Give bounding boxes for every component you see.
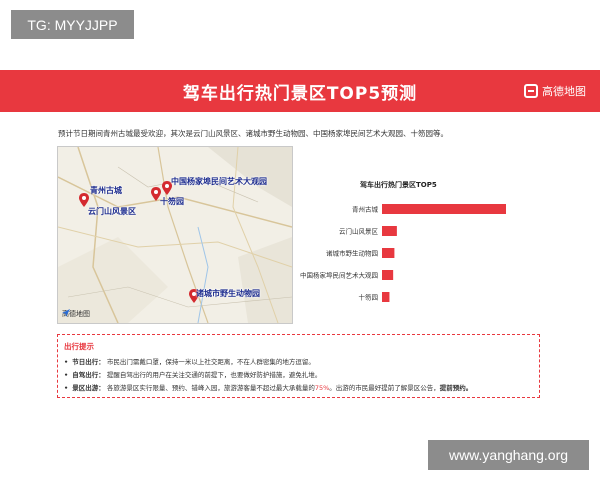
- bar: [382, 248, 395, 258]
- map-label-yangjiabu: 中国杨家埠民间艺术大观园: [171, 177, 267, 186]
- banner-title: 驾车出行热门景区TOP5预测: [182, 83, 418, 104]
- chart-panel: 驾车出行热门景区TOP5 青州古城云门山风景区诸城市野生动物园中国杨家埠民间艺术…: [300, 172, 590, 322]
- watermark: www.yanghang.org: [428, 440, 589, 470]
- category-label: 中国杨家埠民间艺术大观园: [300, 271, 378, 280]
- amap-logo: 高德地图: [524, 82, 586, 100]
- map-logo: 高德地图: [62, 309, 90, 319]
- tip-item: • 节日出行： 市民出门需戴口罩，保持一米以上社交距离，不在人群密集的地方逗留。: [64, 356, 315, 366]
- bar: [382, 270, 394, 280]
- tip-head: 自驾出行：: [72, 371, 105, 379]
- bar: [382, 292, 390, 302]
- tips-box: 出行提示 • 节日出行： 市民出门需戴口罩，保持一米以上社交距离，不在人群密集的…: [57, 334, 540, 398]
- bullet-icon: •: [64, 371, 69, 379]
- intro-text: 预计节日期间青州古城最受欢迎，其次是云门山风景区、诸城市野生动物园、中国杨家埠民…: [58, 129, 448, 138]
- category-label: 十笏园: [359, 293, 379, 302]
- tip-text: 市民出门需戴口罩，保持一米以上社交距离，不在人群密集的地方逗留。: [106, 358, 315, 366]
- amap-logo-text: 高德地图: [542, 85, 586, 98]
- map-label-yunmenshan: 云门山风景区: [88, 207, 136, 216]
- map-label-qingzhou: 青州古城: [90, 186, 122, 195]
- tip-bold: 提前预约。: [439, 384, 473, 392]
- tip-text: 。出游的市民最好提前了解景区公告，: [329, 384, 440, 392]
- bullet-icon: •: [64, 358, 69, 366]
- category-label: 诸城市野生动物园: [326, 249, 378, 258]
- category-label: 云门山风景区: [339, 227, 379, 236]
- map-pin-icon: [79, 193, 89, 207]
- amap-logo-icon: [524, 84, 538, 98]
- title-banner: 驾车出行热门景区TOP5预测 高德地图: [0, 70, 600, 112]
- tg-badge: TG: MYYJJPP: [11, 10, 134, 39]
- bar-chart: 青州古城云门山风景区诸城市野生动物园中国杨家埠民间艺术大观园十笏园: [300, 204, 506, 302]
- map-panel: 青州古城 云门山风景区 中国杨家埠民间艺术大观园 十笏园 诸城市野生动物园 高德…: [57, 146, 293, 324]
- tip-head: 节日出行：: [72, 358, 105, 366]
- bullet-icon: •: [64, 384, 69, 392]
- tip-text: 各旅游景区实行限量、预约、错峰入园，旅游游客量不超过最大承载量的: [106, 384, 315, 392]
- tips-title: 出行提示: [64, 342, 94, 351]
- tip-item: • 景区出游： 各旅游景区实行限量、预约、错峰入园，旅游游客量不超过最大承载量的…: [64, 382, 472, 392]
- map-label-zhucheng: 诸城市野生动物园: [196, 289, 260, 298]
- navigation-arrow-icon: [62, 309, 70, 317]
- map-label-shihu: 十笏园: [160, 197, 184, 206]
- category-label: 青州古城: [352, 205, 379, 214]
- tip-head: 景区出游：: [72, 384, 105, 392]
- bar: [382, 204, 506, 214]
- tip-highlight: 75%: [314, 384, 330, 392]
- bar: [382, 226, 397, 236]
- tip-item: • 自驾出行： 提醒自驾出行的用户在关注交通的前提下，也要做好防护措施，避免扎堆…: [64, 369, 321, 379]
- tip-text: 提醒自驾出行的用户在关注交通的前提下，也要做好防护措施，避免扎堆。: [106, 371, 322, 379]
- chart-title: 驾车出行热门景区TOP5: [360, 181, 437, 189]
